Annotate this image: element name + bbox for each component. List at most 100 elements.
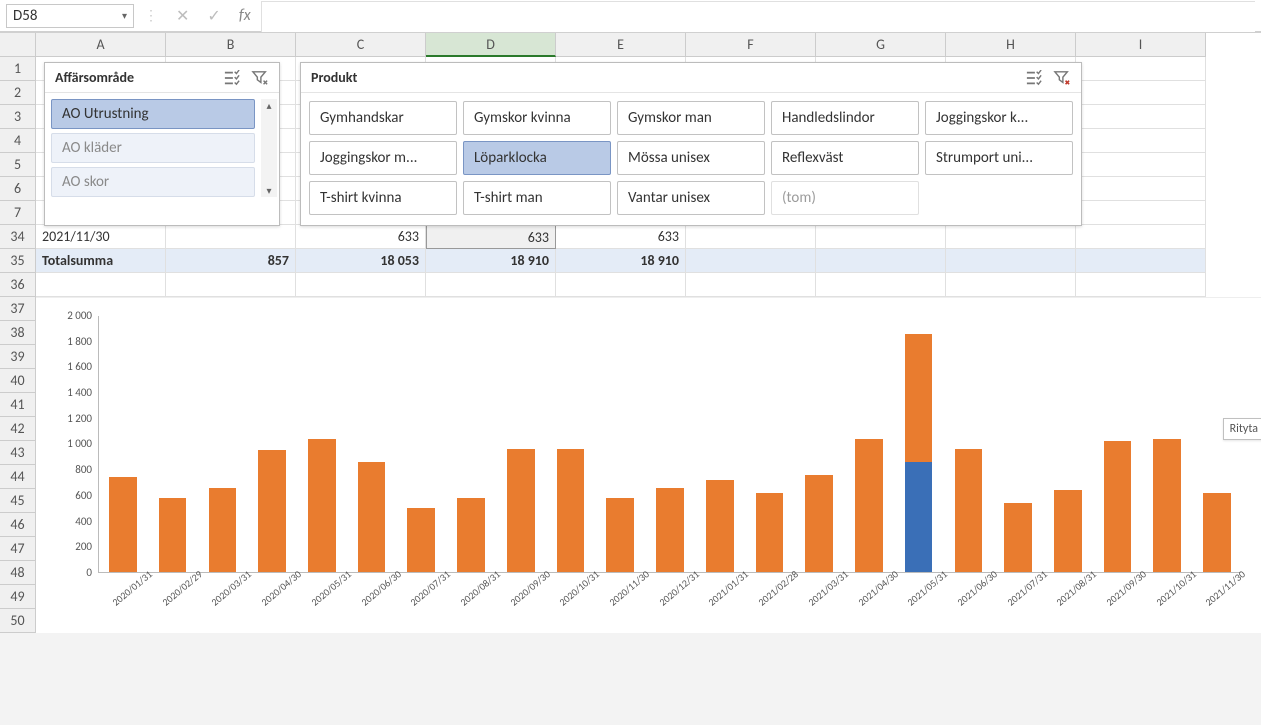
scroll-down-icon[interactable]: ▾ [266,184,271,197]
cell[interactable] [946,273,1076,297]
cell[interactable] [1076,129,1206,153]
row-header[interactable]: 40 [0,369,36,393]
bar[interactable] [248,316,296,572]
bar[interactable] [1044,316,1092,572]
row-header[interactable]: 50 [0,609,36,633]
slicer-item[interactable]: Strumport uni... [925,141,1073,175]
column-header[interactable]: B [166,33,296,57]
cell[interactable] [166,225,296,249]
cell[interactable] [1076,201,1206,225]
row-header[interactable]: 44 [0,465,36,489]
bar[interactable] [596,316,644,572]
clear-filter-icon[interactable] [251,70,269,86]
cell[interactable] [1076,153,1206,177]
row-header[interactable]: 43 [0,441,36,465]
bar[interactable] [198,316,246,572]
bar[interactable] [547,316,595,572]
row-header[interactable]: 49 [0,585,36,609]
slicer-item[interactable]: AO skor [51,167,255,197]
bar[interactable] [944,316,992,572]
chart[interactable]: 02004006008001 0001 2001 4001 6001 8002 … [36,297,1261,633]
row-header[interactable]: 6 [0,177,36,201]
cell[interactable] [556,273,686,297]
slicer-produkt[interactable]: Produkt GymhandskarGymskor kvinnaGymskor… [300,62,1082,226]
column-header[interactable]: H [946,33,1076,57]
row-header[interactable]: 46 [0,513,36,537]
column-header[interactable]: I [1076,33,1206,57]
cell[interactable] [816,249,946,273]
cell[interactable] [1076,57,1206,81]
column-header[interactable]: G [816,33,946,57]
cell[interactable] [296,273,426,297]
cell[interactable]: 633 [426,225,556,249]
bar[interactable] [1094,316,1142,572]
slicer-item[interactable]: Gymskor man [617,101,765,135]
clear-filter-icon[interactable] [1053,70,1071,86]
row-header[interactable]: 7 [0,201,36,225]
row-header[interactable]: 36 [0,273,36,297]
row-header[interactable]: 42 [0,417,36,441]
cell[interactable] [946,225,1076,249]
scrollbar[interactable]: ▴ ▾ [261,99,277,197]
cell[interactable] [1076,81,1206,105]
cell[interactable] [946,249,1076,273]
name-box[interactable]: D58 ▾ [6,4,134,28]
bar[interactable] [994,316,1042,572]
cell[interactable] [1076,177,1206,201]
slicer-item[interactable]: Vantar unisex [617,181,765,215]
bar[interactable] [1143,316,1191,572]
row-header[interactable]: 5 [0,153,36,177]
row-header[interactable]: 4 [0,129,36,153]
column-header[interactable]: C [296,33,426,57]
scroll-up-icon[interactable]: ▴ [266,99,271,112]
check-icon[interactable]: ✓ [207,6,220,26]
cell[interactable] [816,273,946,297]
slicer-item[interactable]: Gymskor kvinna [463,101,611,135]
row-header[interactable]: 35 [0,249,36,273]
bar[interactable] [1193,316,1241,572]
cell[interactable] [686,273,816,297]
row-header[interactable]: 34 [0,225,36,249]
slicer-item[interactable]: Mössa unisex [617,141,765,175]
bar[interactable] [696,316,744,572]
cell[interactable] [1076,225,1206,249]
cell[interactable]: 18 910 [426,249,556,273]
bar[interactable] [397,316,445,572]
slicer-item[interactable]: Gymhandskar [309,101,457,135]
cell[interactable]: 18 053 [296,249,426,273]
slicer-item[interactable]: AO kläder [51,133,255,163]
row-header[interactable]: 37 [0,297,36,321]
multiselect-icon[interactable] [1025,70,1043,86]
slicer-item[interactable]: AO Utrustning [51,99,255,129]
slicer-item[interactable]: T-shirt kvinna [309,181,457,215]
cell[interactable] [166,273,296,297]
row-header[interactable]: 3 [0,105,36,129]
cell[interactable]: 2021/11/30 [36,225,166,249]
cell[interactable]: 857 [166,249,296,273]
bar[interactable] [149,316,197,572]
bar[interactable] [298,316,346,572]
row-header[interactable]: 47 [0,537,36,561]
cell[interactable] [816,225,946,249]
cell[interactable] [1076,105,1206,129]
cell[interactable]: Totalsumma [36,249,166,273]
column-header[interactable]: A [36,33,166,57]
cell[interactable] [1076,273,1206,297]
bar[interactable] [895,316,943,572]
fx-icon[interactable]: fx [239,6,251,25]
select-all-corner[interactable] [0,33,36,57]
multiselect-icon[interactable] [223,70,241,86]
column-header[interactable]: F [686,33,816,57]
bar[interactable] [497,316,545,572]
bar[interactable] [348,316,396,572]
row-header[interactable]: 2 [0,81,36,105]
cell[interactable]: 633 [296,225,426,249]
slicer-item[interactable]: (tom) [771,181,919,215]
cell[interactable]: 18 910 [556,249,686,273]
bar[interactable] [646,316,694,572]
slicer-item[interactable]: Handledslindor [771,101,919,135]
slicer-item[interactable]: Reflexväst [771,141,919,175]
slicer-affarsomrade[interactable]: Affärsområde ▴ ▾ AO UtrustningAO kläderA… [44,62,280,226]
cell[interactable] [426,273,556,297]
bar[interactable] [99,316,147,572]
